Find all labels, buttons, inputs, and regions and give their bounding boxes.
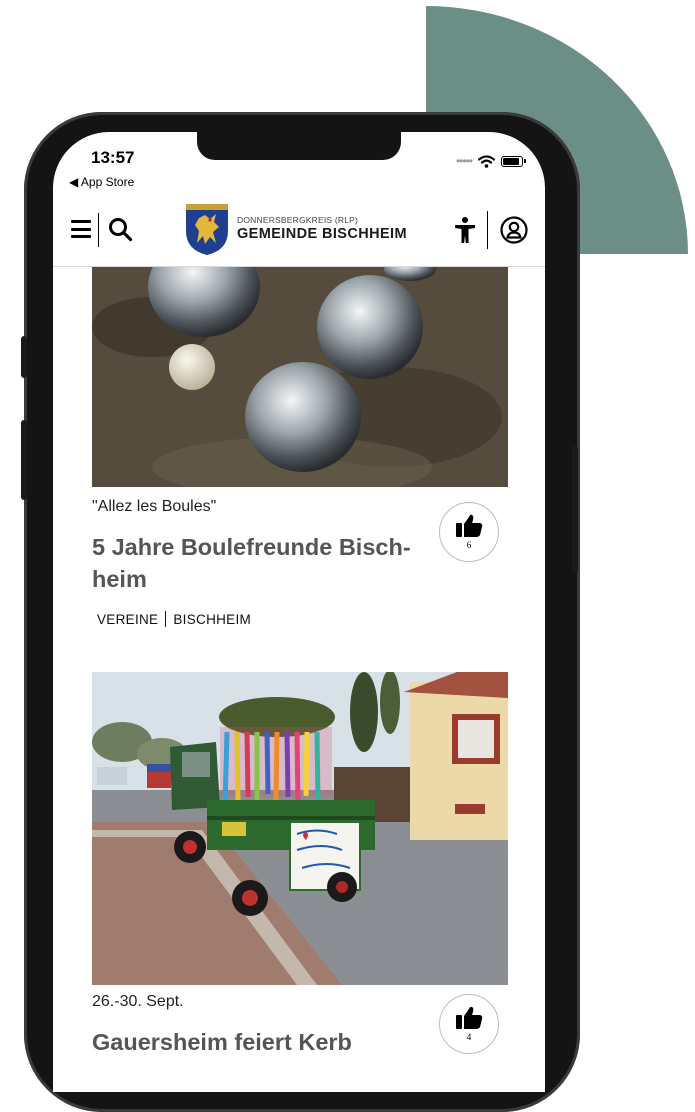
phone-notch	[197, 132, 401, 160]
thumbs-up-icon	[456, 1006, 483, 1029]
article-title-text[interactable]: 5 Jahre Boulefreunde Bisch-heim	[92, 534, 411, 592]
article-kicker: 26.-30. Sept.	[92, 993, 184, 1010]
status-time: 13:57	[91, 148, 135, 167]
battery-icon	[501, 155, 526, 167]
status-icons: •••••	[455, 154, 526, 168]
article-tags: VEREINE BISCHHEIM	[97, 611, 251, 627]
article-title[interactable]: 5 Jahre Boulefreunde Bisch-heim	[92, 531, 412, 595]
article-image-boules[interactable]	[92, 267, 508, 487]
wifi-icon	[478, 154, 495, 168]
like-button[interactable]: 4	[439, 994, 499, 1054]
accessibility-icon[interactable]	[453, 216, 477, 244]
phone-power-button	[572, 446, 578, 574]
thumbs-up-icon	[456, 514, 483, 537]
article-title-text[interactable]: Gauersheim feiert Kerb	[92, 1029, 352, 1055]
article-kicker: "Allez les Boules"	[92, 498, 217, 515]
menu-icon[interactable]	[71, 220, 91, 238]
phone-volume-button	[21, 420, 27, 500]
tag-separator	[165, 611, 167, 627]
header-divider	[487, 211, 488, 249]
brand-name[interactable]: GEMEINDE BISCHHEIM	[237, 226, 407, 242]
search-icon[interactable]	[107, 216, 133, 242]
header-divider	[98, 213, 99, 247]
app-screen: 13:57 ◀ App Store ••••• DONNERSBERGKREIS…	[53, 132, 545, 1092]
back-to-app-store-link[interactable]: ◀ App Store	[69, 175, 134, 189]
tag-link[interactable]: BISCHHEIM	[173, 612, 251, 627]
brand-district: DONNERSBERGKREIS (RLP)	[237, 215, 359, 225]
coat-of-arms-logo[interactable]	[183, 201, 231, 257]
article-title[interactable]: Gauersheim feiert Kerb	[92, 1026, 412, 1058]
signal-dots-icon: •••••	[455, 154, 473, 168]
article-image-kerb[interactable]	[92, 672, 508, 985]
app-header: DONNERSBERGKREIS (RLP) GEMEINDE BISCHHEI…	[53, 194, 545, 267]
tag-link[interactable]: VEREINE	[97, 612, 158, 627]
like-count: 4	[466, 1032, 472, 1042]
user-account-icon[interactable]	[500, 216, 528, 244]
phone-silent-switch	[21, 336, 27, 378]
like-button[interactable]: 6	[439, 502, 499, 562]
like-count: 6	[466, 540, 472, 550]
